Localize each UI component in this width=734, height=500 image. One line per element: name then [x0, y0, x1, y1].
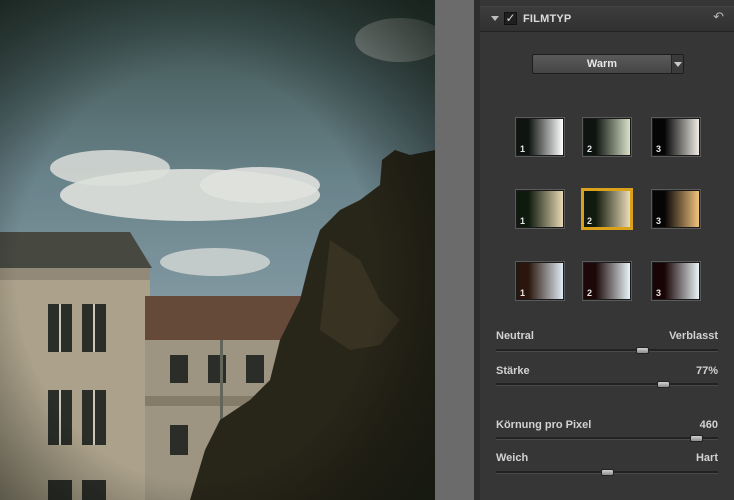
strength-slider-thumb[interactable] [657, 381, 670, 388]
softness-slider-track[interactable] [496, 469, 718, 476]
strength-label: Stärke [496, 365, 530, 377]
softness-slider-thumb[interactable] [601, 469, 614, 476]
film-swatch[interactable]: 1 [515, 261, 565, 301]
grain-value: 460 [699, 419, 718, 431]
chevron-down-icon[interactable] [671, 55, 683, 73]
dropdown-value: Warm [586, 58, 618, 70]
reset-icon[interactable]: ↶ [713, 10, 724, 25]
tone-slider-thumb[interactable] [636, 347, 649, 354]
film-swatch[interactable]: 3 [651, 189, 701, 229]
film-swatch[interactable]: 1 [515, 117, 565, 157]
swatch-number: 2 [587, 144, 593, 154]
swatch-number: 2 [587, 216, 593, 226]
swatch-number: 1 [520, 216, 526, 226]
grain-slider-track[interactable] [496, 435, 718, 442]
canvas-gutter [435, 0, 476, 500]
swatch-number: 2 [587, 288, 593, 298]
tone-right-label: Verblasst [669, 330, 718, 342]
panel-title: FILMTYP [523, 13, 572, 25]
swatch-number: 3 [656, 216, 662, 226]
film-swatch[interactable]: 2 [581, 188, 633, 230]
swatch-number: 3 [656, 288, 662, 298]
enable-checkbox[interactable]: ✓ [504, 12, 517, 25]
photo-preview [0, 0, 435, 500]
swatch-number: 1 [520, 288, 526, 298]
collapse-triangle-icon[interactable] [491, 16, 499, 21]
film-swatch[interactable]: 1 [515, 189, 565, 229]
swatch-number: 1 [520, 144, 526, 154]
strength-value: 77% [695, 365, 718, 377]
grain-label: Körnung pro Pixel [496, 419, 592, 431]
tone-slider-track[interactable] [496, 347, 718, 354]
swatch-number: 3 [656, 144, 662, 154]
film-swatch[interactable]: 2 [582, 261, 632, 301]
film-swatch[interactable]: 2 [582, 117, 632, 157]
softness-right-label: Hart [695, 452, 718, 464]
film-type-dropdown[interactable]: Warm [532, 54, 684, 74]
film-type-panel: ✓ FILMTYP ↶ Warm 1 2 3 1 2 3 1 2 3 Neutral Verbl… [480, 0, 734, 500]
strength-slider-track[interactable] [496, 381, 718, 388]
grain-slider-thumb[interactable] [690, 435, 703, 442]
panel-header: ✓ FILMTYP ↶ [480, 6, 734, 32]
film-swatch[interactable]: 3 [651, 261, 701, 301]
softness-left-label: Weich [496, 452, 529, 464]
tone-left-label: Neutral [496, 330, 534, 342]
film-swatch[interactable]: 3 [651, 117, 701, 157]
